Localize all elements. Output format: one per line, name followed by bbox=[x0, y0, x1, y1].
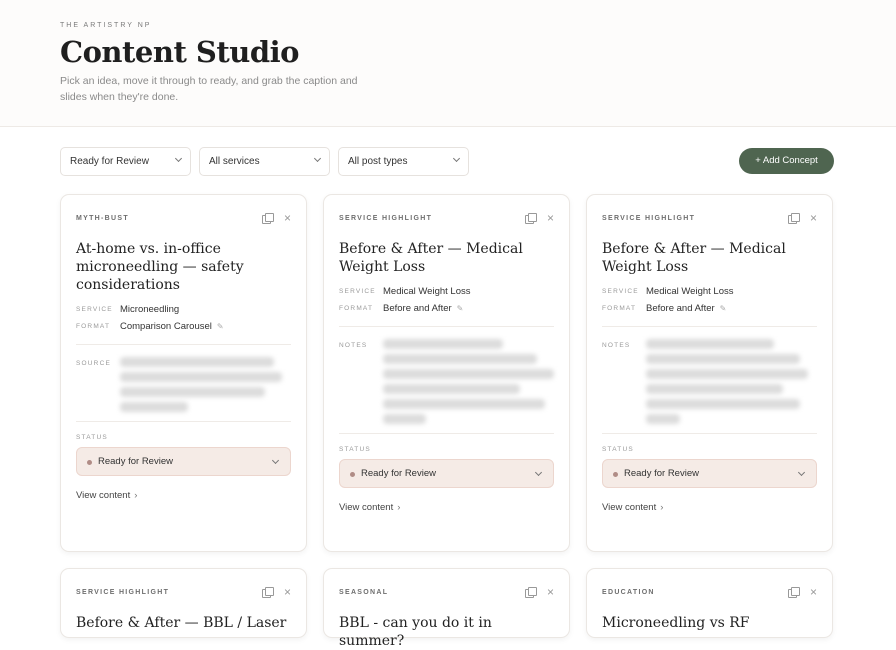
notes-blurred bbox=[646, 339, 817, 429]
source-label: SOURCE bbox=[76, 360, 112, 367]
page-header: THE ARTISTRY NP Content Studio Pick an i… bbox=[0, 0, 896, 127]
pencil-icon[interactable]: ✎ bbox=[720, 304, 727, 313]
view-content-link[interactable]: View content › bbox=[602, 502, 817, 513]
service-value: Medical Weight Loss bbox=[646, 286, 734, 297]
copy-icon[interactable] bbox=[261, 213, 274, 224]
notes-label: NOTES bbox=[602, 342, 631, 349]
chevron-down-icon bbox=[534, 468, 543, 477]
status-select[interactable]: Ready for Review bbox=[339, 459, 554, 488]
status-label: STATUS bbox=[339, 446, 371, 453]
card-title: At-home vs. in-office microneedling — sa… bbox=[76, 241, 244, 293]
close-icon[interactable]: × bbox=[810, 212, 817, 224]
card-title: Before & After — Medical Weight Loss bbox=[339, 241, 523, 275]
chevron-down-icon bbox=[174, 154, 183, 163]
notes-label: NOTES bbox=[339, 342, 368, 349]
card-title: BBL - can you do it in summer? bbox=[339, 615, 492, 649]
notes-blurred bbox=[383, 339, 554, 429]
source-blurred bbox=[120, 357, 291, 417]
brand-label: THE ARTISTRY NP bbox=[60, 22, 152, 29]
format-label: FORMAT bbox=[602, 305, 637, 312]
pencil-icon[interactable]: ✎ bbox=[217, 322, 224, 331]
service-value: Medical Weight Loss bbox=[383, 286, 471, 297]
copy-icon[interactable] bbox=[787, 213, 800, 224]
chevron-right-icon: › bbox=[134, 490, 138, 501]
concept-card: EDUCATION × Microneedling vs RF bbox=[586, 568, 833, 638]
card-title: Before & After — BBL / Laser bbox=[76, 615, 287, 631]
copy-icon[interactable] bbox=[787, 587, 800, 598]
filter-toolbar: Ready for Review All services All post t… bbox=[60, 147, 834, 176]
status-dot bbox=[87, 460, 92, 465]
close-icon[interactable]: × bbox=[547, 212, 554, 224]
service-label: SERVICE bbox=[602, 288, 639, 295]
card-type-label: SEASONAL bbox=[339, 589, 389, 596]
add-concept-button[interactable]: + Add Concept bbox=[739, 148, 834, 174]
view-content-link[interactable]: View content › bbox=[339, 502, 554, 513]
service-filter-value: All services bbox=[209, 156, 260, 167]
page-subtitle: Pick an idea, move it through to ready, … bbox=[60, 75, 358, 103]
view-content-label: View content bbox=[76, 490, 131, 501]
service-label: SERVICE bbox=[339, 288, 376, 295]
copy-icon[interactable] bbox=[261, 587, 274, 598]
close-icon[interactable]: × bbox=[810, 586, 817, 598]
chevron-down-icon bbox=[271, 456, 280, 465]
format-value: Before and After bbox=[383, 303, 452, 314]
service-label: SERVICE bbox=[76, 306, 113, 313]
copy-icon[interactable] bbox=[524, 587, 537, 598]
card-type-label: EDUCATION bbox=[602, 589, 655, 596]
concept-card: SERVICE HIGHLIGHT × Before & After — Med… bbox=[586, 194, 833, 552]
service-value: Microneedling bbox=[120, 304, 180, 315]
status-filter-select[interactable]: Ready for Review bbox=[60, 147, 191, 176]
card-type-label: SERVICE HIGHLIGHT bbox=[602, 215, 696, 222]
close-icon[interactable]: × bbox=[284, 212, 291, 224]
card-type-label: SERVICE HIGHLIGHT bbox=[76, 589, 170, 596]
view-content-label: View content bbox=[602, 502, 657, 513]
page-title: Content Studio bbox=[60, 35, 300, 69]
close-icon[interactable]: × bbox=[284, 586, 291, 598]
status-select[interactable]: Ready for Review bbox=[76, 447, 291, 476]
status-select[interactable]: Ready for Review bbox=[602, 459, 817, 488]
format-value: Comparison Carousel bbox=[120, 321, 212, 332]
card-type-label: SERVICE HIGHLIGHT bbox=[339, 215, 433, 222]
chevron-down-icon bbox=[313, 154, 322, 163]
card-title: Before & After — Medical Weight Loss bbox=[602, 241, 786, 275]
status-value: Ready for Review bbox=[624, 468, 699, 479]
concept-card: SERVICE HIGHLIGHT × Before & After — Med… bbox=[323, 194, 570, 552]
concept-card: SEASONAL × BBL - can you do it in summer… bbox=[323, 568, 570, 649]
chevron-right-icon: › bbox=[660, 502, 664, 513]
pencil-icon[interactable]: ✎ bbox=[457, 304, 464, 313]
close-icon[interactable]: × bbox=[547, 586, 554, 598]
chevron-right-icon: › bbox=[397, 502, 401, 513]
status-dot bbox=[613, 472, 618, 477]
status-value: Ready for Review bbox=[361, 468, 436, 479]
chevron-down-icon bbox=[797, 468, 806, 477]
status-filter-value: Ready for Review bbox=[70, 156, 149, 167]
status-dot bbox=[350, 472, 355, 477]
post-type-filter-value: All post types bbox=[348, 156, 408, 167]
status-label: STATUS bbox=[602, 446, 634, 453]
chevron-down-icon bbox=[452, 154, 461, 163]
view-content-link[interactable]: View content › bbox=[76, 490, 291, 501]
service-filter-select[interactable]: All services bbox=[199, 147, 330, 176]
card-title: Microneedling vs RF bbox=[602, 615, 750, 631]
copy-icon[interactable] bbox=[524, 213, 537, 224]
concept-card: SERVICE HIGHLIGHT × Before & After — BBL… bbox=[60, 568, 307, 638]
post-type-filter-select[interactable]: All post types bbox=[338, 147, 469, 176]
format-value: Before and After bbox=[646, 303, 715, 314]
status-label: STATUS bbox=[76, 434, 108, 441]
concept-card: MYTH-BUST × At-home vs. in-office micron… bbox=[60, 194, 307, 552]
card-type-label: MYTH-BUST bbox=[76, 215, 129, 222]
view-content-label: View content bbox=[339, 502, 394, 513]
format-label: FORMAT bbox=[76, 323, 111, 330]
format-label: FORMAT bbox=[339, 305, 374, 312]
status-value: Ready for Review bbox=[98, 456, 173, 467]
